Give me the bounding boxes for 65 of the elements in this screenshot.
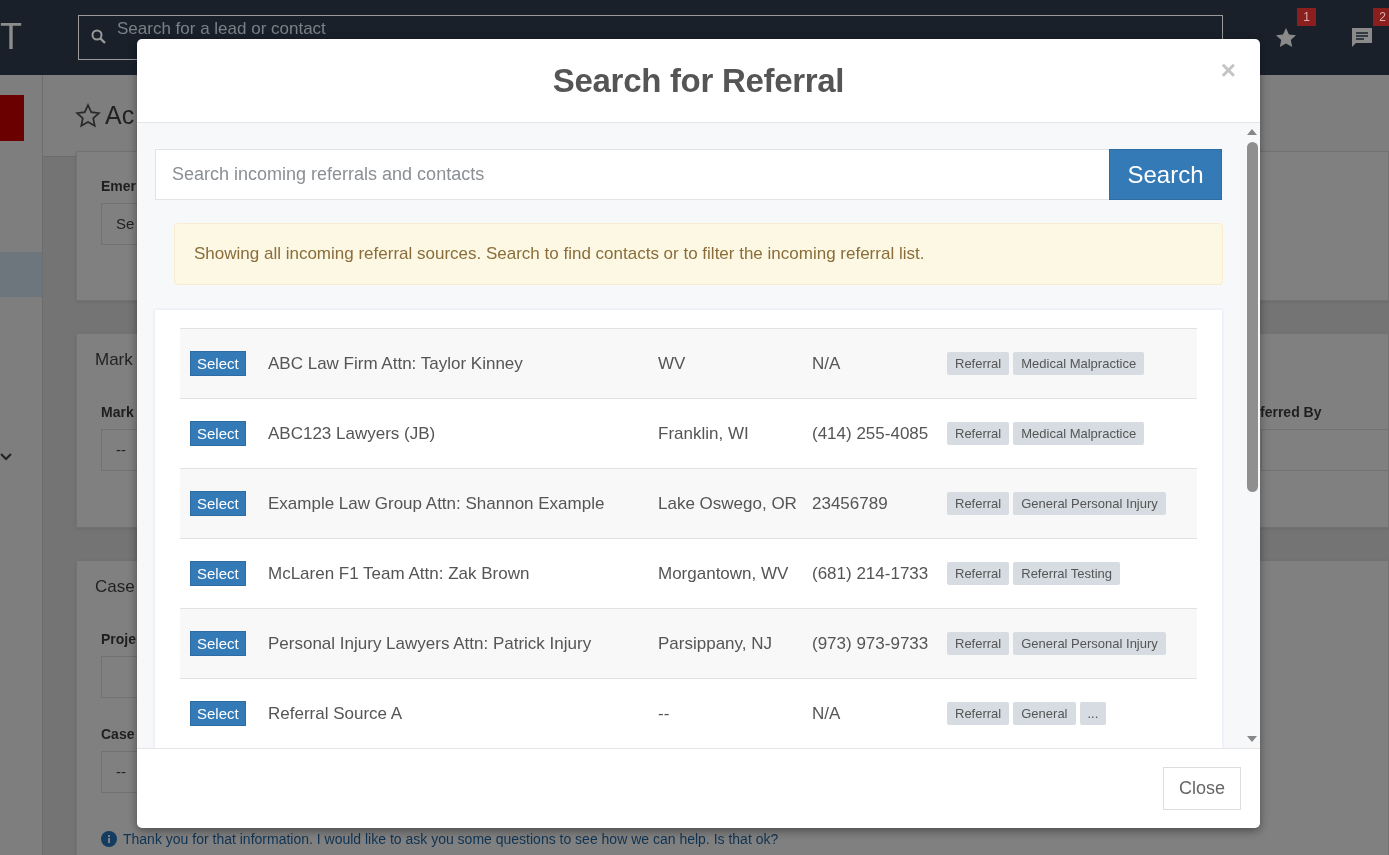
- tag-label: Referral: [947, 352, 1010, 375]
- chevron-down-icon[interactable]: [0, 453, 12, 461]
- modal-title: Search for Referral: [552, 61, 845, 100]
- select-button[interactable]: Select: [190, 491, 246, 516]
- info-alert: Showing all incoming referral sources. Search to find contacts or to filter the incoming referral list.: [174, 223, 1223, 285]
- tag-label: Referral Testing: [1013, 562, 1121, 585]
- referral-name: ABC123 Lawyers (JB): [268, 423, 437, 444]
- referral-name: Referral Source A: [268, 703, 404, 724]
- phone-text: N/A: [812, 703, 842, 724]
- referral-name: Example Law Group Attn: Shannon Example: [268, 493, 606, 514]
- field-label: Case: [101, 726, 135, 742]
- field-label: Mark: [101, 404, 134, 420]
- tag-label: Referral: [947, 702, 1010, 725]
- star-icon[interactable]: [1274, 26, 1298, 50]
- select-button[interactable]: Select: [190, 421, 246, 446]
- tag-label: Referral: [947, 632, 1010, 655]
- location-text: --: [658, 703, 671, 724]
- search-icon: [91, 29, 107, 45]
- tag-label: Medical Malpractice: [1013, 422, 1145, 445]
- tag-label: Referral: [947, 492, 1010, 515]
- location-text: Lake Oswego, OR: [658, 493, 798, 514]
- page-title: Ac: [105, 101, 135, 130]
- phone-text: (681) 214-1733: [812, 563, 930, 584]
- tag-label: General Personal Injury: [1013, 632, 1166, 655]
- message-icon[interactable]: [1350, 26, 1374, 50]
- section-title: Mark: [95, 350, 133, 370]
- field-label: Proje: [101, 631, 136, 647]
- phone-text: (414) 255-4085: [812, 423, 930, 444]
- logo-text: T: [0, 17, 22, 57]
- search-field[interactable]: Search incoming referrals and contacts: [155, 149, 1109, 200]
- select-button[interactable]: Select: [190, 351, 246, 376]
- info-icon: [101, 831, 117, 847]
- tag-label: Medical Malpractice: [1013, 352, 1145, 375]
- phone-text: N/A: [812, 353, 842, 374]
- input-field[interactable]: [1261, 429, 1388, 471]
- select-button[interactable]: Select: [190, 561, 246, 586]
- location-text: WV: [658, 353, 687, 374]
- referral-name: ABC Law Firm Attn: Taylor Kinney: [268, 353, 524, 374]
- select-button[interactable]: Select: [190, 701, 246, 726]
- scrollbar-thumb[interactable]: [1246, 142, 1258, 492]
- referral-name: McLaren F1 Team Attn: Zak Brown: [268, 563, 531, 584]
- search-button[interactable]: Search: [1109, 149, 1222, 200]
- phone-text: (973) 973-9733: [812, 633, 930, 654]
- field-label: ferred By: [1260, 404, 1322, 420]
- tag-label: General: [1013, 702, 1076, 725]
- tag-label: General Personal Injury: [1013, 492, 1166, 515]
- select-button[interactable]: Select: [190, 631, 246, 656]
- star-outline-icon[interactable]: [75, 102, 101, 129]
- notification-count: 1: [1297, 8, 1316, 26]
- scroll-down-arrow-icon[interactable]: [1247, 736, 1257, 742]
- location-text: Franklin, WI: [658, 423, 750, 444]
- tag-label: ...: [1079, 702, 1107, 725]
- phone-text: 23456789: [812, 493, 889, 514]
- scroll-up-arrow-icon[interactable]: [1247, 129, 1257, 135]
- field-label: Emer: [101, 178, 137, 194]
- referral-name: Personal Injury Lawyers Attn: Patrick Injury: [268, 633, 593, 654]
- search-placeholder: Search for a lead or contact: [117, 19, 326, 39]
- location-text: Morgantown, WV: [658, 563, 790, 584]
- close-button[interactable]: Close: [1162, 767, 1241, 810]
- section-title: Case: [95, 577, 135, 597]
- tag-label: Referral: [947, 422, 1010, 445]
- location-text: Parsippany, NJ: [658, 633, 773, 654]
- tag-label: Referral: [947, 562, 1010, 585]
- info-text: Thank you for that information. I would like to ask you some questions to see how we can help. Is that ok?: [123, 831, 779, 847]
- notification-count: 2: [1373, 8, 1389, 26]
